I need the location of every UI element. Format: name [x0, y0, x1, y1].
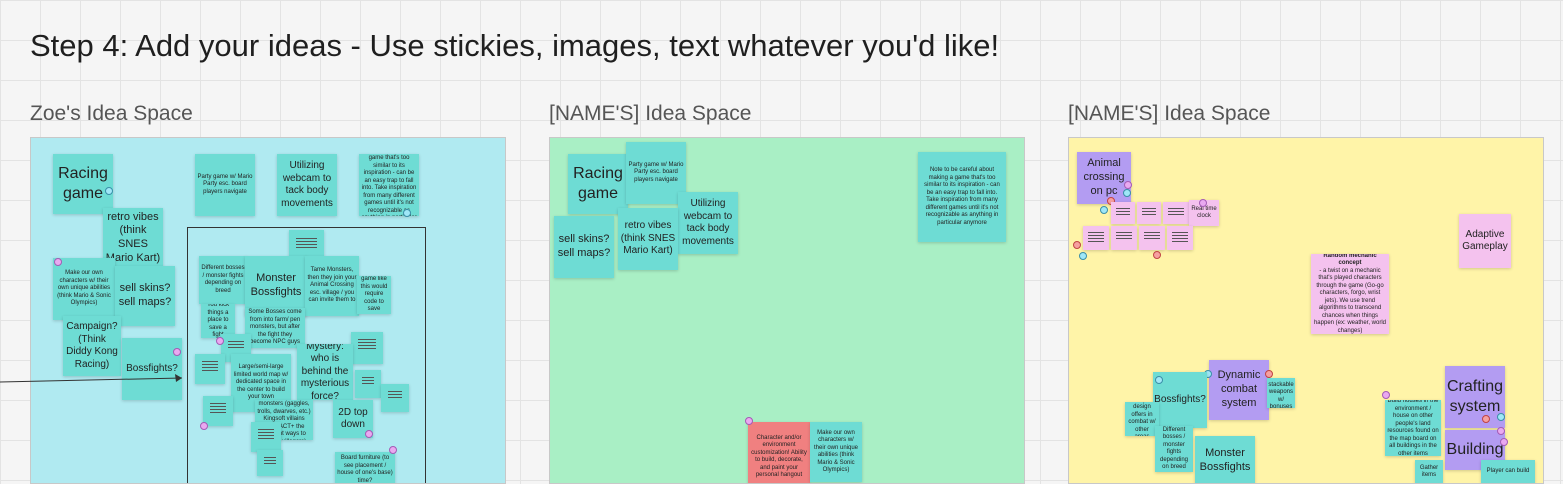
- connector-dot[interactable]: [1500, 438, 1508, 446]
- sticky-collapsed[interactable]: [251, 422, 281, 452]
- sticky-animal-crossing[interactable]: Animal crossing on pc: [1077, 152, 1131, 204]
- sticky-own-characters[interactable]: Make our own characters w/ their own uni…: [810, 422, 862, 482]
- sticky-collapsed[interactable]: [381, 384, 409, 412]
- sticky-collapsed[interactable]: [1111, 226, 1137, 250]
- connector-dot[interactable]: [1073, 241, 1081, 249]
- connector-dot[interactable]: [1155, 376, 1163, 384]
- sticky-different-bosses[interactable]: Different bosses / monster fights depend…: [199, 256, 247, 304]
- connector-dot[interactable]: [389, 446, 397, 454]
- connector-dot[interactable]: [365, 430, 373, 438]
- connector-dot[interactable]: [200, 422, 208, 430]
- sticky-collapsed[interactable]: [203, 396, 233, 426]
- sticky-collapsed[interactable]: [1083, 226, 1109, 250]
- sticky-random-mechanic[interactable]: Random mechanic concept - a twist on a m…: [1311, 254, 1389, 334]
- connector-dot[interactable]: [1100, 206, 1108, 214]
- sticky-different-bosses[interactable]: Different bosses / monster fights depend…: [1155, 426, 1193, 472]
- connector-dot[interactable]: [1265, 370, 1273, 378]
- connector-dot[interactable]: [1482, 415, 1490, 423]
- sticky-collapsed[interactable]: [1139, 226, 1165, 250]
- sticky-collapsed[interactable]: [1111, 202, 1135, 224]
- connector-dot[interactable]: [54, 258, 62, 266]
- sticky-mystery[interactable]: Mystery: who is behind the mysterious fo…: [297, 344, 353, 400]
- sticky-racing-game[interactable]: Racing game: [53, 154, 113, 214]
- space-label-name-2: [NAME'S] Idea Space: [1068, 102, 1271, 125]
- sticky-gather-items[interactable]: Gather items: [1415, 460, 1443, 483]
- sticky-adaptive-gameplay[interactable]: Adaptive Gameplay: [1459, 214, 1511, 268]
- sticky-build-houses[interactable]: Build houses in the environment / house …: [1385, 400, 1441, 456]
- connector-arrow[interactable]: [0, 370, 190, 390]
- sticky-note-careful[interactable]: Note to be careful about making a game t…: [918, 152, 1006, 242]
- sticky-small[interactable]: You kick things a place to save a fight: [201, 304, 235, 338]
- space-label-zoe: Zoe's Idea Space: [30, 102, 193, 125]
- sticky-monster-bossfights[interactable]: Monster Bossfights: [245, 256, 307, 316]
- connector-dot[interactable]: [216, 337, 224, 345]
- random-mechanic-title: Random mechanic concept: [1323, 254, 1377, 267]
- frame-name-idea-space-1[interactable]: Racing game Party game w/ Mario Party es…: [549, 137, 1025, 484]
- sticky-webcam[interactable]: Utilizing webcam to tack body movements: [678, 192, 738, 254]
- frame-zoe-idea-space[interactable]: Racing game Party game w/ Mario Party es…: [30, 137, 506, 484]
- connector-dot[interactable]: [1382, 391, 1390, 399]
- sticky-collapsed[interactable]: [1137, 202, 1161, 224]
- sticky-making-game[interactable]: Making a game like this would require co…: [357, 276, 391, 314]
- sticky-sell-skins[interactable]: sell skins? sell maps?: [554, 216, 614, 278]
- sticky-board-furniture[interactable]: Board furniture (to see placement / hous…: [335, 452, 395, 483]
- sticky-tame-monsters[interactable]: Tame Monsters, then they join your Anima…: [305, 256, 359, 316]
- connector-dot[interactable]: [1079, 252, 1087, 260]
- connector-dot[interactable]: [1123, 189, 1131, 197]
- connector-dot[interactable]: [1199, 199, 1207, 207]
- sticky-collapsed[interactable]: [351, 332, 383, 364]
- sticky-racing-game[interactable]: Racing game: [568, 154, 628, 214]
- sticky-campaign[interactable]: Campaign? (Think Diddy Kong Racing): [63, 316, 121, 376]
- sticky-dynamic-combat[interactable]: Dynamic combat system: [1209, 360, 1269, 420]
- sticky-party-game[interactable]: Party game w/ Mario Party esc. board pla…: [626, 142, 686, 204]
- sticky-collapsed[interactable]: [257, 450, 283, 476]
- frame-name-idea-space-2[interactable]: Animal crossing on pc Real time clock Ad…: [1068, 137, 1544, 484]
- connector-dot[interactable]: [1497, 413, 1505, 421]
- connector-dot[interactable]: [1153, 251, 1161, 259]
- connector-dot[interactable]: [745, 417, 753, 425]
- sticky-retro-vibes[interactable]: retro vibes (think SNES Mario Kart): [618, 208, 678, 270]
- sticky-collapsed[interactable]: [1167, 226, 1193, 250]
- sticky-player-build[interactable]: Player can build: [1481, 460, 1535, 483]
- connector-dot[interactable]: [173, 348, 181, 356]
- connector-dot[interactable]: [1497, 427, 1505, 435]
- sticky-bossfights[interactable]: Bossfights?: [122, 338, 182, 400]
- sticky-some-bosses[interactable]: Some Bosses come from into farm/ pen mon…: [245, 308, 305, 348]
- sticky-character-customization[interactable]: Character and/or environment customizati…: [748, 422, 810, 483]
- sticky-own-characters[interactable]: Make our own characters w/ their own uni…: [53, 258, 115, 320]
- sticky-note-careful[interactable]: Note to be careful about making a game t…: [359, 154, 419, 216]
- board-title: Step 4: Add your ideas - Use stickies, i…: [30, 28, 1000, 63]
- connector-dot[interactable]: [403, 209, 411, 217]
- sticky-webcam[interactable]: Utilizing webcam to tack body movements: [277, 154, 337, 216]
- connector-dot[interactable]: [105, 187, 113, 195]
- space-label-name-1: [NAME'S] Idea Space: [549, 102, 752, 125]
- sticky-crafting-system[interactable]: Crafting system: [1445, 366, 1505, 428]
- sticky-collapsed[interactable]: [195, 354, 225, 384]
- sticky-sell-skins[interactable]: sell skins? sell maps?: [115, 266, 175, 326]
- sticky-monster-bossfights[interactable]: Monster Bossfights: [1195, 436, 1255, 483]
- random-mechanic-body: - a twist on a mechanic that's played ch…: [1313, 267, 1387, 334]
- sticky-collapsed[interactable]: [1163, 202, 1189, 224]
- sticky-party-game[interactable]: Party game w/ Mario Party esc. board pla…: [195, 154, 255, 216]
- sticky-stackable-weapons[interactable]: Different stackable weapons w/ bonuses: [1267, 378, 1295, 408]
- sticky-weapon-design[interactable]: Weapon design offers in combat w/ other …: [1125, 402, 1159, 436]
- sticky-collapsed[interactable]: [355, 370, 381, 398]
- connector-dot[interactable]: [1124, 181, 1132, 189]
